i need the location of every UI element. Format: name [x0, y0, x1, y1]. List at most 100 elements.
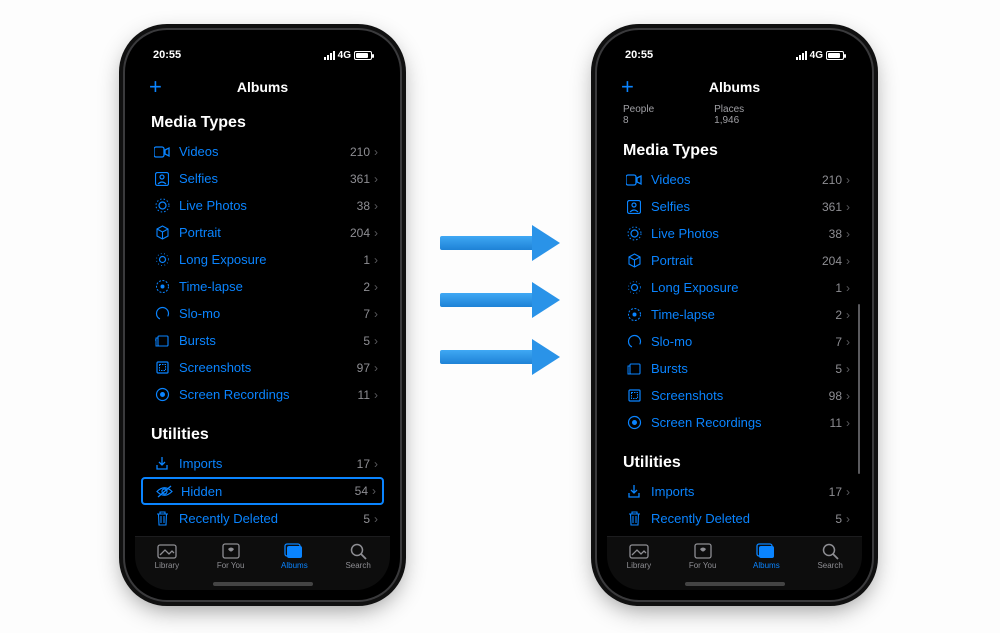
row-count: 54: [355, 484, 370, 498]
row-count: 361: [822, 200, 844, 214]
row-label: Hidden: [175, 484, 355, 499]
chevron-right-icon: ›: [844, 362, 850, 376]
nav-bar: + Albums: [607, 70, 862, 104]
chevron-right-icon: ›: [844, 389, 850, 403]
arrow-icon: [440, 285, 560, 315]
row-live-photos[interactable]: Live Photos 38 ›: [607, 220, 862, 247]
chevron-right-icon: ›: [844, 335, 850, 349]
tab-library[interactable]: Library: [609, 542, 669, 570]
chevron-right-icon: ›: [370, 484, 376, 498]
chevron-right-icon: ›: [844, 254, 850, 268]
library-icon: [157, 542, 177, 560]
row-label: Live Photos: [173, 198, 357, 213]
foryou-icon: [222, 542, 240, 560]
add-button[interactable]: +: [149, 74, 162, 100]
scroll-area-left[interactable]: Media Types Videos 210 › Selfies 361 › L…: [135, 104, 390, 536]
row-recently-deleted[interactable]: Recently Deleted 5 ›: [607, 505, 862, 532]
tab-albums[interactable]: Albums: [264, 542, 324, 570]
row-screen-recordings[interactable]: Screen Recordings 11 ›: [607, 409, 862, 436]
row-bursts[interactable]: Bursts 5 ›: [607, 355, 862, 382]
tab-for-you[interactable]: For You: [673, 542, 733, 570]
long-exposure-icon: [623, 280, 645, 295]
row-count: 5: [363, 334, 372, 348]
row-long-exposure[interactable]: Long Exposure 1 ›: [135, 246, 390, 273]
tab-search[interactable]: Search: [800, 542, 860, 570]
slomo-icon: [151, 306, 173, 321]
person-square-icon: [623, 200, 645, 214]
person-square-icon: [151, 172, 173, 186]
phone-right: 20:55 4G + Albums People 8 Places 1,946: [597, 30, 872, 600]
section-media-types: Media Types: [135, 104, 390, 138]
home-indicator[interactable]: [685, 582, 785, 586]
row-label: Time-lapse: [173, 279, 363, 294]
row-count: 5: [835, 512, 844, 526]
row-portrait[interactable]: Portrait 204 ›: [135, 219, 390, 246]
albums-icon: [756, 542, 776, 560]
row-long-exposure[interactable]: Long Exposure 1 ›: [607, 274, 862, 301]
add-button[interactable]: +: [621, 74, 634, 100]
albums-icon: [284, 542, 304, 560]
row-bursts[interactable]: Bursts 5 ›: [135, 327, 390, 354]
cube-icon: [623, 253, 645, 268]
status-time: 20:55: [153, 49, 181, 61]
row-recently-deleted[interactable]: Recently Deleted 5 ›: [135, 505, 390, 532]
arrow-icon: [440, 228, 560, 258]
row-label: Portrait: [173, 225, 350, 240]
phone-left: 20:55 4G + Albums Media Types Videos 210…: [125, 30, 400, 600]
library-icon: [629, 542, 649, 560]
tab-for-you[interactable]: For You: [201, 542, 261, 570]
row-hidden[interactable]: Hidden 54 ›: [141, 477, 384, 505]
row-count: 7: [363, 307, 372, 321]
tab-label: For You: [217, 561, 245, 570]
row-timelapse[interactable]: Time-lapse 2 ›: [135, 273, 390, 300]
livephoto-icon: [151, 198, 173, 213]
chevron-right-icon: ›: [844, 485, 850, 499]
timelapse-icon: [623, 307, 645, 322]
row-screenshots[interactable]: Screenshots 97 ›: [135, 354, 390, 381]
section-utilities: Utilities: [607, 436, 862, 478]
battery-icon: [826, 51, 844, 60]
tab-library[interactable]: Library: [137, 542, 197, 570]
network-label: 4G: [810, 50, 823, 61]
chevron-right-icon: ›: [372, 199, 378, 213]
cube-icon: [151, 225, 173, 240]
section-utilities: Utilities: [135, 408, 390, 450]
row-selfies[interactable]: Selfies 361 ›: [135, 165, 390, 192]
chevron-right-icon: ›: [844, 281, 850, 295]
chevron-right-icon: ›: [844, 227, 850, 241]
row-selfies[interactable]: Selfies 361 ›: [607, 193, 862, 220]
tab-albums[interactable]: Albums: [736, 542, 796, 570]
video-icon: [623, 174, 645, 186]
row-portrait[interactable]: Portrait 204 ›: [607, 247, 862, 274]
bursts-icon: [623, 361, 645, 376]
eye-slash-icon: [153, 485, 175, 498]
trash-icon: [623, 511, 645, 526]
row-label: Screen Recordings: [645, 415, 830, 430]
video-icon: [151, 146, 173, 158]
row-videos[interactable]: Videos 210 ›: [135, 138, 390, 165]
row-slomo[interactable]: Slo-mo 7 ›: [607, 328, 862, 355]
row-videos[interactable]: Videos 210 ›: [607, 166, 862, 193]
row-timelapse[interactable]: Time-lapse 2 ›: [607, 301, 862, 328]
row-label: Videos: [173, 144, 350, 159]
home-indicator[interactable]: [213, 582, 313, 586]
row-slomo[interactable]: Slo-mo 7 ›: [135, 300, 390, 327]
row-live-photos[interactable]: Live Photos 38 ›: [135, 192, 390, 219]
chevron-right-icon: ›: [372, 172, 378, 186]
chevron-right-icon: ›: [844, 308, 850, 322]
row-screen-recordings[interactable]: Screen Recordings 11 ›: [135, 381, 390, 408]
tab-search[interactable]: Search: [328, 542, 388, 570]
row-imports[interactable]: Imports 17 ›: [135, 450, 390, 477]
import-icon: [151, 456, 173, 471]
chevron-right-icon: ›: [372, 280, 378, 294]
chevron-right-icon: ›: [844, 416, 850, 430]
row-screenshots[interactable]: Screenshots 98 ›: [607, 382, 862, 409]
row-label: Recently Deleted: [645, 511, 835, 526]
row-label: Time-lapse: [645, 307, 835, 322]
row-count: 97: [357, 361, 372, 375]
scroll-area-right[interactable]: People 8 Places 1,946 Media Types Videos…: [607, 104, 862, 536]
row-imports[interactable]: Imports 17 ›: [607, 478, 862, 505]
row-label: Slo-mo: [645, 334, 835, 349]
chevron-right-icon: ›: [844, 173, 850, 187]
row-count: 1: [835, 281, 844, 295]
